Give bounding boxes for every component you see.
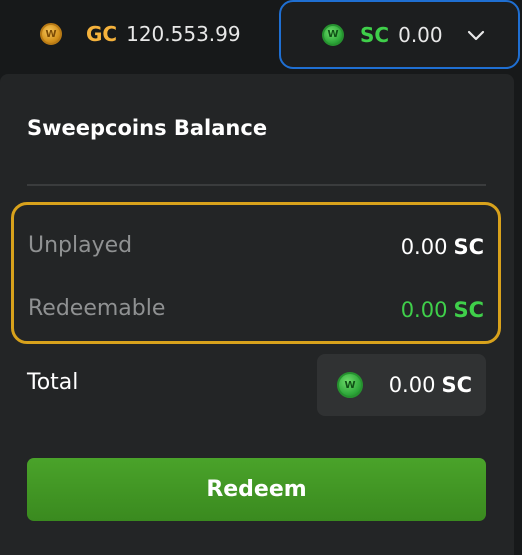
chevron-down-icon[interactable] bbox=[465, 24, 487, 46]
redeemable-label: Redeemable bbox=[28, 296, 166, 321]
top-bar: W GC 120.553.99 W SC 0.00 bbox=[0, 0, 522, 69]
unplayed-value: 0.00 SC bbox=[400, 235, 484, 259]
gold-coin-icon: W bbox=[40, 23, 62, 45]
redeem-button[interactable]: Redeem bbox=[27, 458, 486, 521]
sweepcoin-icon: W bbox=[337, 372, 363, 398]
total-label: Total bbox=[27, 370, 79, 395]
unplayed-label: Unplayed bbox=[28, 233, 133, 258]
panel-title: Sweepcoins Balance bbox=[27, 116, 268, 140]
total-balance: W 0.00 SC bbox=[317, 354, 486, 416]
sweepcoin-icon: W bbox=[322, 23, 344, 46]
sc-balance: 0.00 bbox=[398, 22, 443, 47]
gc-balance: 120.553.99 bbox=[126, 22, 241, 46]
total-value: 0.00 SC bbox=[388, 373, 472, 397]
sc-wallet-dropdown[interactable]: W SC 0.00 bbox=[279, 0, 520, 69]
balance-breakdown-box: Unplayed 0.00 SC Redeemable 0.00 SC bbox=[11, 202, 501, 344]
gc-wallet[interactable]: W GC 120.553.99 bbox=[40, 20, 241, 48]
sc-label: SC bbox=[360, 22, 390, 47]
redeemable-value: 0.00 SC bbox=[400, 298, 484, 322]
sweepcoins-balance-panel: Sweepcoins Balance Unplayed 0.00 SC Redee… bbox=[0, 74, 514, 555]
divider bbox=[27, 184, 486, 186]
gc-label: GC bbox=[86, 22, 118, 46]
